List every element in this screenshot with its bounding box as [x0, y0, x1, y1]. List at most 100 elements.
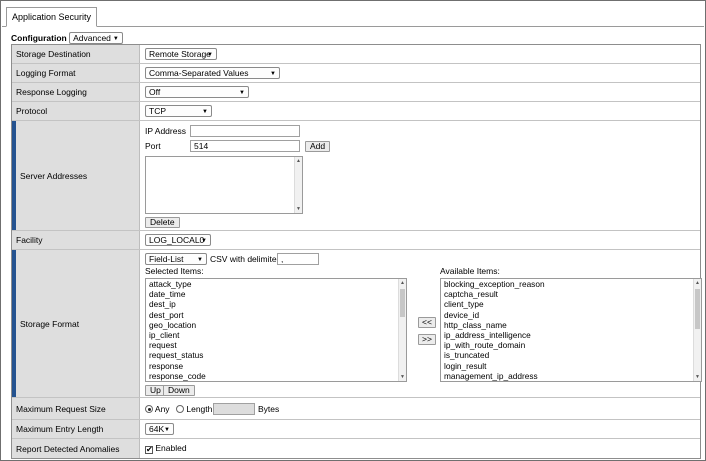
scrollbar[interactable]: ▲ ▼: [294, 157, 302, 213]
list-item[interactable]: geo_location: [146, 320, 406, 330]
row-report-anomalies: Report Detected Anomalies ✔ Enabled: [12, 439, 700, 458]
any-radio[interactable]: [145, 405, 153, 413]
format-type-select[interactable]: Field-List ▼: [145, 253, 207, 265]
list-item[interactable]: attack_type: [146, 279, 406, 289]
length-label: Length: [186, 404, 213, 414]
list-item[interactable]: management_ip_address: [441, 371, 701, 381]
row-max-request-size: Maximum Request Size Any Length Bytes: [12, 398, 700, 420]
list-item[interactable]: is_truncated: [441, 350, 701, 360]
configuration-bar: Configuration Advanced ▼: [11, 32, 123, 44]
checkmark-icon[interactable]: ✔: [145, 446, 153, 454]
protocol-label: Protocol: [12, 102, 140, 120]
length-radio[interactable]: [176, 405, 184, 413]
selected-items-label: Selected Items:: [145, 266, 204, 276]
list-item[interactable]: request: [146, 340, 406, 350]
list-item[interactable]: ip_client: [146, 330, 406, 340]
list-item[interactable]: login_result: [441, 361, 701, 371]
chevron-down-icon: ▼: [207, 52, 213, 58]
list-item[interactable]: dest_port: [146, 310, 406, 320]
any-option[interactable]: Any: [145, 403, 170, 415]
any-label: Any: [154, 404, 170, 414]
configuration-label: Configuration: [11, 33, 67, 43]
enabled-label: Enabled: [155, 443, 187, 453]
storage-destination-label: Storage Destination: [12, 45, 140, 63]
bytes-unit-label: Bytes: [258, 404, 280, 414]
protocol-value-cell: TCP ▼: [145, 102, 700, 120]
storage-destination-select[interactable]: Remote Storage ▼: [145, 48, 217, 60]
length-option[interactable]: Length: [176, 403, 212, 415]
row-max-entry-length: Maximum Entry Length 64K ▼: [12, 420, 700, 439]
chevron-down-icon: ▼: [112, 36, 119, 42]
scrollbar[interactable]: ▲ ▼: [693, 279, 701, 381]
max-request-size-label: Maximum Request Size: [12, 398, 140, 419]
available-items-label: Available Items:: [440, 266, 500, 276]
chevron-down-icon: ▼: [164, 427, 170, 433]
list-item[interactable]: date_time: [146, 289, 406, 299]
ip-address-input[interactable]: [190, 125, 300, 137]
row-storage-destination: Storage Destination Remote Storage ▼: [12, 45, 700, 64]
chevron-down-icon: ▼: [201, 238, 207, 244]
row-response-logging: Response Logging Off ▼: [12, 83, 700, 102]
list-item[interactable]: client_type: [441, 299, 701, 309]
row-server-addresses: Server Addresses IP Address Port 514 Add…: [12, 121, 700, 231]
list-item[interactable]: captcha_result: [441, 289, 701, 299]
logging-format-value: Comma-Separated Values: [149, 68, 249, 78]
list-item[interactable]: response: [146, 361, 406, 371]
list-item[interactable]: request_status: [146, 350, 406, 360]
tab-divider: [2, 26, 704, 27]
logging-format-value-cell: Comma-Separated Values ▼: [145, 64, 700, 82]
move-right-button[interactable]: >>: [418, 334, 436, 345]
tab-application-security[interactable]: Application Security: [6, 7, 98, 27]
max-entry-length-select[interactable]: 64K ▼: [145, 423, 174, 435]
storage-format-label: Storage Format: [12, 250, 140, 397]
move-down-button[interactable]: Down: [163, 385, 195, 396]
max-entry-length-label: Maximum Entry Length: [12, 420, 140, 438]
scroll-down-icon[interactable]: ▼: [295, 205, 302, 213]
delete-button[interactable]: Delete: [145, 217, 180, 228]
list-item[interactable]: dest_ip: [146, 299, 406, 309]
list-item[interactable]: ip_with_route_domain: [441, 340, 701, 350]
report-anomalies-value-cell: ✔ Enabled: [145, 439, 700, 458]
scroll-down-icon[interactable]: ▼: [694, 373, 701, 381]
scrollbar[interactable]: ▲ ▼: [398, 279, 406, 381]
server-addresses-value-cell: IP Address Port 514 Add ▲ ▼ Delete: [145, 121, 700, 230]
delimiter-input[interactable]: ,: [277, 253, 319, 265]
selected-items-list[interactable]: attack_type date_time dest_ip dest_port geo_…: [145, 278, 407, 382]
facility-value: LOG_LOCAL0: [149, 235, 205, 245]
row-protocol: Protocol TCP ▼: [12, 102, 700, 121]
response-logging-label: Response Logging: [12, 83, 140, 101]
scroll-up-icon[interactable]: ▲: [295, 157, 302, 165]
move-left-button[interactable]: <<: [418, 317, 436, 328]
scroll-thumb[interactable]: [400, 289, 405, 317]
port-label: Port: [145, 141, 161, 151]
facility-select[interactable]: LOG_LOCAL0 ▼: [145, 234, 211, 246]
response-logging-select[interactable]: Off ▼: [145, 86, 249, 98]
app-frame: Application Security Configuration Advan…: [0, 0, 706, 461]
configuration-mode-value: Advanced: [73, 33, 111, 43]
add-button[interactable]: Add: [305, 141, 331, 152]
scroll-up-icon[interactable]: ▲: [399, 279, 406, 287]
list-item[interactable]: device_id: [441, 310, 701, 320]
protocol-value: TCP: [149, 106, 166, 116]
scroll-down-icon[interactable]: ▼: [399, 373, 406, 381]
scroll-thumb[interactable]: [695, 289, 700, 329]
response-logging-value: Off: [149, 87, 161, 97]
list-item[interactable]: http_class_name: [441, 320, 701, 330]
settings-table: Storage Destination Remote Storage ▼ Logg…: [11, 44, 702, 459]
list-item[interactable]: response_code: [146, 371, 406, 381]
configuration-mode-select[interactable]: Advanced ▼: [69, 32, 123, 44]
list-item[interactable]: ip_address_intelligence: [441, 330, 701, 340]
report-anomalies-label: Report Detected Anomalies: [12, 439, 140, 458]
logging-format-select[interactable]: Comma-Separated Values ▼: [145, 67, 280, 79]
scroll-up-icon[interactable]: ▲: [694, 279, 701, 287]
available-items-list[interactable]: blocking_exception_reason captcha_result c…: [440, 278, 702, 382]
max-entry-length-value-cell: 64K ▼: [145, 420, 700, 438]
port-input[interactable]: 514: [190, 140, 300, 152]
server-address-list[interactable]: ▲ ▼: [145, 156, 303, 214]
enabled-option[interactable]: ✔ Enabled: [145, 442, 187, 454]
length-input[interactable]: [213, 403, 255, 415]
protocol-select[interactable]: TCP ▼: [145, 105, 212, 117]
list-item[interactable]: blocking_exception_reason: [441, 279, 701, 289]
chevron-down-icon: ▼: [239, 90, 245, 96]
csv-delimiter-label: CSV with delimiter: [210, 254, 280, 264]
